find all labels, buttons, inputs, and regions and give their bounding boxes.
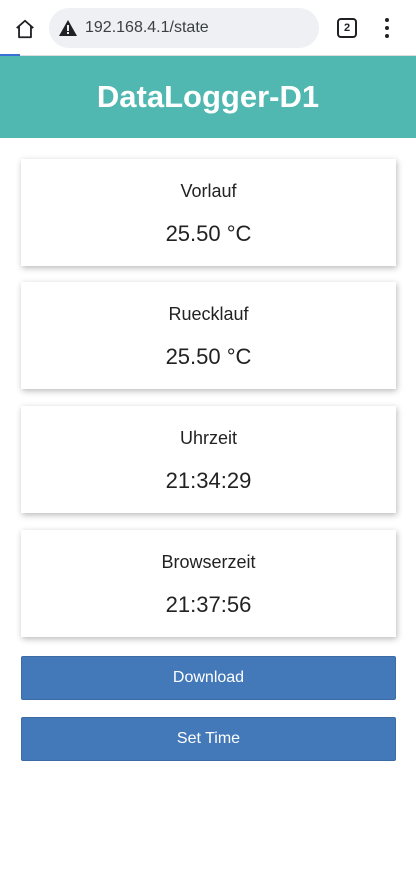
more-vert-icon[interactable] bbox=[376, 16, 398, 40]
vorlauf-card: Vorlauf 25.50 °C bbox=[21, 159, 396, 266]
browser-toolbar: 192.168.4.1/state 2 bbox=[0, 0, 416, 56]
card-label: Browserzeit bbox=[161, 552, 256, 572]
address-bar[interactable]: 192.168.4.1/state bbox=[49, 8, 319, 48]
home-icon[interactable] bbox=[10, 14, 40, 44]
set-time-button[interactable]: Set Time bbox=[21, 717, 396, 761]
card-value: 25.50 °C bbox=[165, 344, 252, 369]
download-button[interactable]: Download bbox=[21, 656, 396, 700]
tab-count: 2 bbox=[343, 22, 351, 34]
browserzeit-card: Browserzeit 21:37:56 bbox=[21, 530, 396, 637]
warning-icon[interactable] bbox=[59, 19, 77, 37]
card-label: Uhrzeit bbox=[179, 428, 237, 448]
page-title: DataLogger-D1 bbox=[96, 79, 320, 114]
card-value: 25.50 °C bbox=[165, 221, 252, 246]
uhrzeit-card: Uhrzeit 21:34:29 bbox=[21, 406, 396, 513]
card-label: Ruecklauf bbox=[168, 304, 249, 324]
card-value: 21:34:29 bbox=[165, 468, 252, 493]
tabs-icon[interactable]: 2 bbox=[337, 18, 357, 38]
page-header: DataLogger-D1 bbox=[0, 56, 416, 138]
card-label: Vorlauf bbox=[180, 181, 237, 201]
card-value: 21:37:56 bbox=[165, 592, 252, 617]
ruecklauf-card: Ruecklauf 25.50 °C bbox=[21, 282, 396, 389]
url-text: 192.168.4.1/state bbox=[85, 19, 209, 36]
